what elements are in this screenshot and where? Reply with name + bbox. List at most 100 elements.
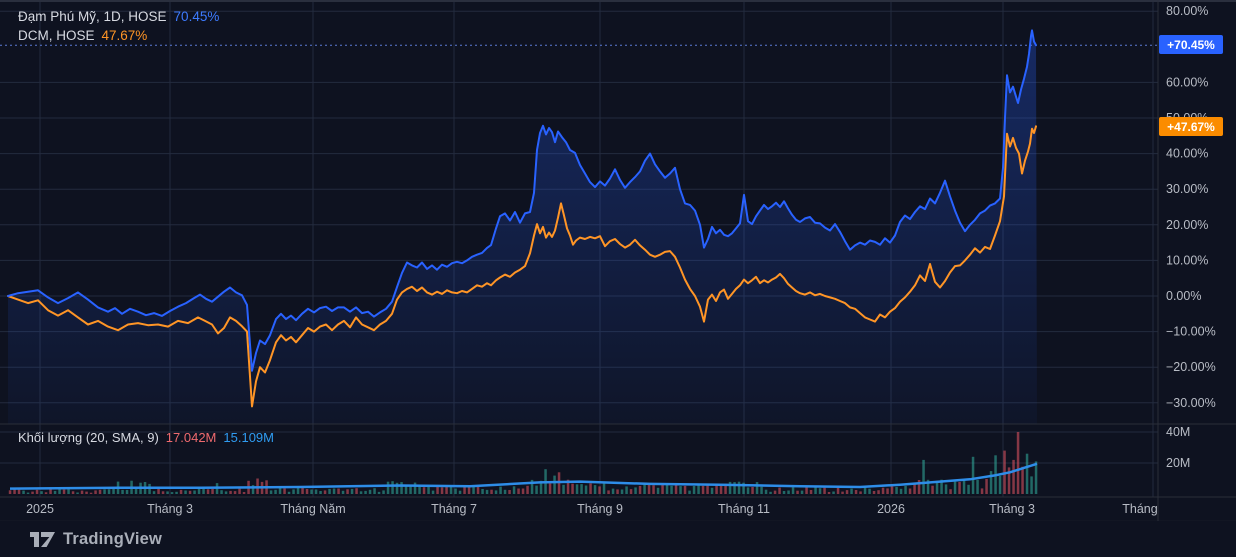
volume-bar <box>801 491 804 494</box>
volume-bar <box>1012 460 1015 494</box>
volume-bar <box>859 491 862 494</box>
volume-scale-label[interactable]: 40M <box>1166 425 1190 439</box>
volume-bar <box>157 488 160 494</box>
volume-bar <box>603 484 606 495</box>
volume-bar <box>346 489 349 494</box>
volume-bar <box>153 491 156 494</box>
volume-bar <box>756 482 759 494</box>
volume-bar <box>189 491 192 494</box>
volume-bar <box>832 492 835 495</box>
volume-bar <box>751 487 754 494</box>
volume-bar <box>715 485 718 495</box>
volume-bar <box>972 457 975 494</box>
volume-bar <box>306 489 309 494</box>
volume-bar <box>639 486 642 494</box>
volume-bar <box>954 482 957 494</box>
attribution-bar: TradingView <box>0 521 1236 557</box>
volume-bar <box>333 489 336 495</box>
compare-series-change: 47.67% <box>102 28 148 43</box>
volume-bar <box>1017 432 1020 494</box>
volume-bar <box>1030 476 1033 494</box>
volume-bar <box>958 482 961 494</box>
volume-bar <box>175 492 178 494</box>
volume-bar <box>423 487 426 494</box>
time-axis-label[interactable]: Tháng 11 <box>718 502 770 516</box>
legend-row-main-series[interactable]: Đạm Phú Mỹ, 1D, HOSE70.45% <box>18 7 219 26</box>
volume-bar <box>99 490 102 494</box>
volume-bar <box>864 487 867 494</box>
volume-bar <box>360 491 363 494</box>
legend-row-compare-series[interactable]: DCM, HOSE 47.67% <box>18 26 219 45</box>
price-scale-label[interactable]: −20.00% <box>1166 360 1216 374</box>
volume-bar <box>103 489 106 494</box>
volume-bar <box>643 485 646 495</box>
volume-bar <box>40 491 43 494</box>
time-axis-label[interactable]: Tháng 9 <box>577 502 623 516</box>
price-scale-label[interactable]: −10.00% <box>1166 325 1216 339</box>
volume-bar <box>616 489 619 494</box>
volume-bar <box>823 488 826 494</box>
time-axis-label[interactable]: Tháng <box>1122 502 1157 516</box>
volume-bar <box>922 460 925 494</box>
volume-bar <box>535 486 538 494</box>
volume-bar <box>328 489 331 494</box>
last-price-badge-main[interactable]: +70.45% <box>1159 35 1223 54</box>
volume-sma-value: 15.109M <box>223 430 274 445</box>
volume-bar <box>31 492 34 494</box>
volume-bar <box>657 488 660 494</box>
volume-bar <box>787 491 790 495</box>
price-scale-label[interactable]: 30.00% <box>1166 182 1208 196</box>
volume-bar <box>711 488 714 494</box>
volume-bar <box>630 489 633 494</box>
volume-bar <box>990 471 993 494</box>
time-axis-label[interactable]: 2025 <box>26 502 54 516</box>
price-scale-label[interactable]: 10.00% <box>1166 253 1208 267</box>
price-scale-label[interactable]: 40.00% <box>1166 147 1208 161</box>
volume-bar <box>274 490 277 494</box>
volume-bar <box>193 491 196 495</box>
price-scale-label[interactable]: 0.00% <box>1166 289 1201 303</box>
volume-bar <box>855 490 858 494</box>
volume-bar <box>382 490 385 494</box>
volume-bar <box>702 486 705 494</box>
price-scale-label[interactable]: 80.00% <box>1166 4 1208 18</box>
time-axis-label[interactable]: Tháng Năm <box>280 502 345 516</box>
volume-bar <box>810 490 813 494</box>
tradingview-logo-icon <box>30 532 55 547</box>
volume-bar <box>549 484 552 495</box>
volume-bar <box>58 489 61 494</box>
volume-bar <box>949 489 952 494</box>
volume-bar <box>846 490 849 494</box>
volume-bar <box>463 487 466 494</box>
price-scale-label[interactable]: 60.00% <box>1166 75 1208 89</box>
volume-bar <box>126 490 129 494</box>
time-axis-label[interactable]: Tháng 3 <box>147 502 193 516</box>
volume-bar <box>486 490 489 494</box>
volume-bar <box>310 490 313 495</box>
volume-study-legend[interactable]: Khối lượng (20, SMA, 9)17.042M15.109M <box>18 430 274 445</box>
volume-bar <box>634 487 637 494</box>
volume-scale-label[interactable]: 20M <box>1166 456 1190 470</box>
time-axis-label[interactable]: Tháng 3 <box>989 502 1035 516</box>
volume-bar <box>36 490 39 494</box>
price-scale-label[interactable]: 20.00% <box>1166 218 1208 232</box>
volume-bar <box>202 489 205 494</box>
volume-bar <box>94 490 97 494</box>
time-axis-label[interactable]: 2026 <box>877 502 905 516</box>
volume-bar <box>886 488 889 494</box>
series-legend: Đạm Phú Mỹ, 1D, HOSE70.45% DCM, HOSE 47.6… <box>18 7 219 45</box>
compare-series-title: DCM, HOSE <box>18 28 95 43</box>
time-axis-label[interactable]: Tháng 7 <box>431 502 477 516</box>
volume-bar <box>621 490 624 495</box>
price-scale-label[interactable]: −30.00% <box>1166 396 1216 410</box>
volume-bar <box>877 490 880 494</box>
volume-bar <box>900 489 903 494</box>
volume-bar <box>1021 467 1024 494</box>
volume-bar <box>850 489 853 494</box>
volume-study-title: Khối lượng (20, SMA, 9) <box>18 430 159 445</box>
volume-bar <box>967 485 970 494</box>
tradingview-chart-widget: 80.00%70.00%60.00%50.00%40.00%30.00%20.0… <box>0 0 1236 557</box>
tradingview-attribution[interactable]: TradingView <box>30 530 162 549</box>
volume-sma-line <box>10 464 1037 489</box>
last-price-badge-compare[interactable]: +47.67% <box>1159 117 1223 136</box>
